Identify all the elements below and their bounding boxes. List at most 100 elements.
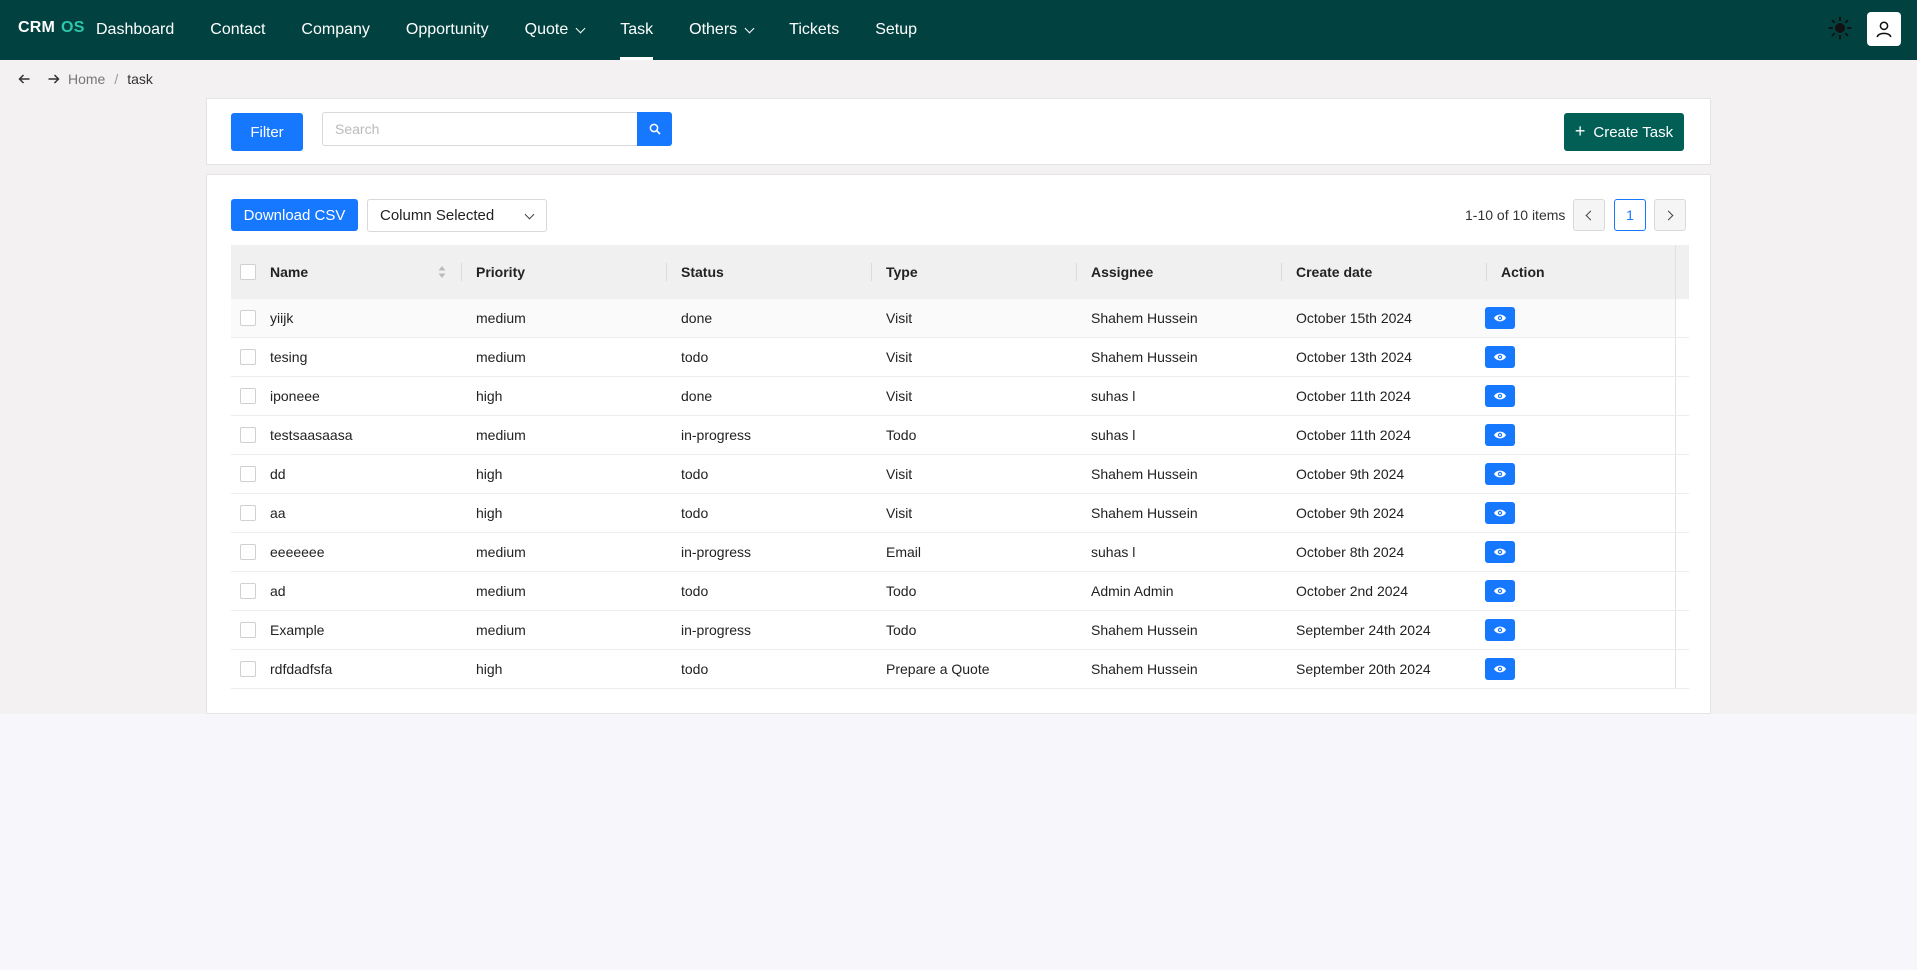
nav-item-setup[interactable]: Setup xyxy=(857,0,935,60)
scrollbar-gutter xyxy=(1675,245,1689,299)
row-checkbox[interactable] xyxy=(240,505,256,521)
cell-status: in-progress xyxy=(681,544,752,560)
table-row[interactable]: eeeeeee medium in-progress Email suhas l Octo… xyxy=(231,533,1689,572)
cell-assignee: Shahem Hussein xyxy=(1091,505,1198,521)
cell-name: yiijk xyxy=(270,310,294,326)
table-row[interactable]: ad medium todo Todo Admin Admin October 2nd 2… xyxy=(231,572,1689,611)
nav-item-company[interactable]: Company xyxy=(283,0,387,60)
back-arrow-icon[interactable] xyxy=(14,72,35,86)
row-checkbox[interactable] xyxy=(240,310,256,326)
view-task-button[interactable] xyxy=(1485,463,1515,485)
nav-item-quote[interactable]: Quote xyxy=(507,0,603,60)
table-row[interactable]: Example medium in-progress Todo Shahem Husse… xyxy=(231,611,1689,650)
row-checkbox[interactable] xyxy=(240,544,256,560)
cell-priority: medium xyxy=(476,349,526,365)
view-task-button[interactable] xyxy=(1485,346,1515,368)
cell-type: Todo xyxy=(886,622,917,638)
chevron-right-icon xyxy=(1663,210,1674,220)
row-checkbox[interactable] xyxy=(240,427,256,443)
column-divider[interactable] xyxy=(871,263,872,281)
user-menu-button[interactable] xyxy=(1867,12,1901,46)
view-task-button[interactable] xyxy=(1485,580,1515,602)
filter-button[interactable]: Filter xyxy=(231,113,303,151)
cell-type: Todo xyxy=(886,427,917,443)
eye-icon xyxy=(1494,470,1506,478)
nav-item-tickets[interactable]: Tickets xyxy=(771,0,857,60)
column-divider[interactable] xyxy=(1281,263,1282,281)
cell-assignee: Shahem Hussein xyxy=(1091,349,1198,365)
scrollbar-gutter xyxy=(1675,377,1689,415)
nav-item-others[interactable]: Others xyxy=(671,0,771,60)
view-task-button[interactable] xyxy=(1485,385,1515,407)
column-header-action: Action xyxy=(1501,264,1545,280)
eye-icon xyxy=(1494,587,1506,595)
cell-name: tesing xyxy=(270,349,308,365)
row-checkbox[interactable] xyxy=(240,349,256,365)
select-all-checkbox[interactable] xyxy=(240,264,256,280)
view-task-button[interactable] xyxy=(1485,424,1515,446)
next-page-button[interactable] xyxy=(1654,199,1686,231)
column-divider[interactable] xyxy=(461,263,462,281)
row-checkbox[interactable] xyxy=(240,388,256,404)
table-row[interactable]: aa high todo Visit Shahem Hussein October 9th… xyxy=(231,494,1689,533)
view-task-button[interactable] xyxy=(1485,619,1515,641)
cell-assignee: Shahem Hussein xyxy=(1091,661,1198,677)
scrollbar-gutter xyxy=(1675,572,1689,610)
user-icon xyxy=(1876,21,1892,38)
page-1-button[interactable]: 1 xyxy=(1614,199,1646,231)
pagination-summary: 1-10 of 10 items xyxy=(1465,207,1566,223)
previous-page-button[interactable] xyxy=(1573,199,1605,231)
view-task-button[interactable] xyxy=(1485,307,1515,329)
breadcrumb-home[interactable]: Home xyxy=(68,71,105,87)
nav-item-dashboard[interactable]: Dashboard xyxy=(78,0,192,60)
search-button[interactable] xyxy=(637,112,672,146)
cell-name: eeeeeee xyxy=(270,544,325,560)
nav-item-label: Contact xyxy=(210,21,266,38)
table-row[interactable]: testsaasaasa medium in-progress Todo suhas l… xyxy=(231,416,1689,455)
row-checkbox[interactable] xyxy=(240,466,256,482)
table-row[interactable]: yiijk medium done Visit Shahem Hussein Octobe… xyxy=(231,299,1689,338)
column-divider[interactable] xyxy=(666,263,667,281)
search-input[interactable] xyxy=(322,112,637,146)
table-row[interactable]: rdfdadfsfa high todo Prepare a Quote Shahem … xyxy=(231,650,1689,689)
cell-date: October 2nd 2024 xyxy=(1296,583,1409,599)
column-divider[interactable] xyxy=(1486,263,1487,281)
column-divider[interactable] xyxy=(1076,263,1077,281)
nav-item-task[interactable]: Task xyxy=(602,0,671,60)
eye-icon xyxy=(1494,665,1506,673)
cell-status: in-progress xyxy=(681,622,752,638)
column-header-name[interactable]: Name xyxy=(270,245,308,299)
cell-name: ad xyxy=(270,583,286,599)
row-checkbox[interactable] xyxy=(240,661,256,677)
create-task-button[interactable]: + Create Task xyxy=(1564,113,1684,151)
breadcrumb: Home / task xyxy=(14,70,153,88)
table-row[interactable]: iponeee high done Visit suhas l October 11th … xyxy=(231,377,1689,416)
column-select[interactable]: Column Selected xyxy=(367,199,547,232)
sort-icon[interactable] xyxy=(437,265,447,279)
view-task-button[interactable] xyxy=(1485,541,1515,563)
table-row[interactable]: tesing medium todo Visit Shahem Hussein Octob… xyxy=(231,338,1689,377)
cell-name: dd xyxy=(270,466,286,482)
nav-item-label: Others xyxy=(689,21,738,38)
cell-type: Visit xyxy=(886,505,913,521)
cell-date: October 13th 2024 xyxy=(1296,349,1412,365)
view-task-button[interactable] xyxy=(1485,658,1515,680)
nav-item-contact[interactable]: Contact xyxy=(192,0,283,60)
app-logo[interactable]: CRM OS xyxy=(18,19,85,37)
chevron-down-icon xyxy=(744,23,755,33)
cell-status: done xyxy=(681,388,713,404)
row-checkbox[interactable] xyxy=(240,622,256,638)
nav-item-opportunity[interactable]: Opportunity xyxy=(388,0,507,60)
table-row[interactable]: dd high todo Visit Shahem Hussein October 9th… xyxy=(231,455,1689,494)
sun-icon[interactable] xyxy=(1828,16,1852,40)
cell-date: October 9th 2024 xyxy=(1296,466,1405,482)
download-csv-button[interactable]: Download CSV xyxy=(231,199,358,231)
cell-type: Visit xyxy=(886,310,913,326)
row-checkbox[interactable] xyxy=(240,583,256,599)
cell-priority: high xyxy=(476,661,503,677)
cell-priority: medium xyxy=(476,583,526,599)
eye-icon xyxy=(1494,509,1506,517)
forward-arrow-icon[interactable] xyxy=(43,72,64,86)
cell-name: aa xyxy=(270,505,286,521)
view-task-button[interactable] xyxy=(1485,502,1515,524)
